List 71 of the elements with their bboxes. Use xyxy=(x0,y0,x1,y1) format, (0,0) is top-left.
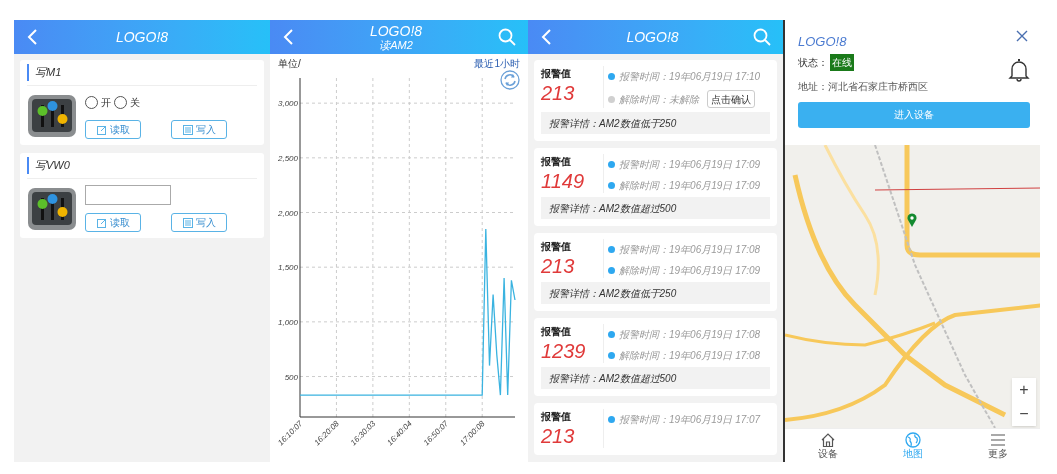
bell-icon[interactable] xyxy=(1008,58,1030,82)
y-tick-label: 1,500 xyxy=(277,263,298,273)
confirm-button[interactable]: 点击确认 xyxy=(707,90,755,108)
alarm-value: 1149 xyxy=(541,169,584,193)
alarm-detail: 报警详情：AM2数值超过500 xyxy=(549,371,677,386)
alarm-detail: 报警详情：AM2数值超过500 xyxy=(549,201,677,216)
nav-tab[interactable]: 更多 xyxy=(955,429,1040,462)
release-time: 解除时间：19年06月19日 17:09 xyxy=(619,179,761,193)
alarm-time: 报警时间：19年06月19日 17:07 xyxy=(619,413,761,427)
time-range-link[interactable]: 最近1小时 xyxy=(474,55,520,71)
menu-icon xyxy=(989,432,1006,448)
alarm-time: 报警时间：19年06月19日 17:09 xyxy=(619,158,761,172)
write-button[interactable]: 写入 xyxy=(171,213,227,232)
alarm-title: 报警值 xyxy=(541,67,571,81)
radio-label: 关 xyxy=(130,95,140,110)
write-button[interactable]: 写入 xyxy=(171,120,227,139)
form-icon xyxy=(182,124,193,135)
release-time: 解除时间：未解除 xyxy=(619,92,699,107)
alarm-time: 报警时间：19年06月19日 17:08 xyxy=(619,243,761,257)
map-pin-icon xyxy=(907,213,917,227)
back-icon[interactable] xyxy=(540,28,552,46)
edit-icon xyxy=(96,217,107,228)
value-input[interactable] xyxy=(85,185,171,205)
zoom-in-button[interactable]: + xyxy=(1012,378,1036,402)
y-tick-label: 500 xyxy=(284,372,298,382)
back-icon[interactable] xyxy=(26,28,38,46)
status-badge: 在线 xyxy=(830,53,854,71)
read-button[interactable]: 读取 xyxy=(85,120,141,139)
alarm-detail: 报警详情：AM2数值低于250 xyxy=(549,116,677,131)
address-text: 地址：河北省石家庄市桥西区 xyxy=(798,79,928,94)
search-icon[interactable] xyxy=(498,28,516,46)
alarm-time: 报警时间：19年06月19日 17:10 xyxy=(619,70,761,84)
device-name: LOGO!8 xyxy=(798,33,847,51)
header-title: LOGO!8 xyxy=(626,30,679,44)
mixer-icon xyxy=(27,92,77,139)
alarm-value: 213 xyxy=(541,81,575,105)
radio-label: 开 xyxy=(101,95,111,110)
alarm-value: 213 xyxy=(541,254,575,278)
read-button[interactable]: 读取 xyxy=(85,213,141,232)
alarm-title: 报警值 xyxy=(541,410,571,424)
globe-icon xyxy=(904,432,921,448)
alarm-time: 报警时间：19年06月19日 17:08 xyxy=(619,328,761,342)
header-title: LOGO!8 xyxy=(369,23,423,38)
search-icon[interactable] xyxy=(753,28,771,46)
home-icon xyxy=(819,432,836,448)
release-time: 解除时间：19年06月19日 17:08 xyxy=(619,349,761,363)
alarm-value: 1239 xyxy=(541,339,586,363)
form-icon xyxy=(182,217,193,228)
zoom-out-button[interactable]: − xyxy=(1012,402,1036,426)
close-icon[interactable] xyxy=(1016,30,1028,42)
nav-tab[interactable]: 设备 xyxy=(785,429,870,462)
alarm-title: 报警值 xyxy=(541,240,571,254)
alarm-title: 报警值 xyxy=(541,325,571,339)
card-title: 写M1 xyxy=(27,64,62,81)
mixer-icon xyxy=(27,185,77,232)
alarm-value: 213 xyxy=(541,424,575,448)
alarm-title: 报警值 xyxy=(541,155,571,169)
y-tick-label: 2,500 xyxy=(277,153,298,163)
card-title: 写VW0 xyxy=(27,157,70,174)
header-title: LOGO!8 xyxy=(115,30,169,44)
release-time: 解除时间：19年06月19日 17:09 xyxy=(619,264,761,278)
refresh-icon[interactable] xyxy=(500,70,520,90)
y-tick-label: 1,000 xyxy=(277,317,298,327)
unit-label: 单位/ xyxy=(278,56,301,71)
header-subtitle: 读AM2 xyxy=(379,39,413,51)
status-label: 状态： xyxy=(798,55,828,70)
alarm-detail: 报警详情：AM2数值低于250 xyxy=(549,286,677,301)
y-tick-label: 2,000 xyxy=(277,208,298,218)
edit-icon xyxy=(96,124,107,135)
back-icon[interactable] xyxy=(282,28,294,46)
y-tick-label: 3,000 xyxy=(277,99,298,109)
